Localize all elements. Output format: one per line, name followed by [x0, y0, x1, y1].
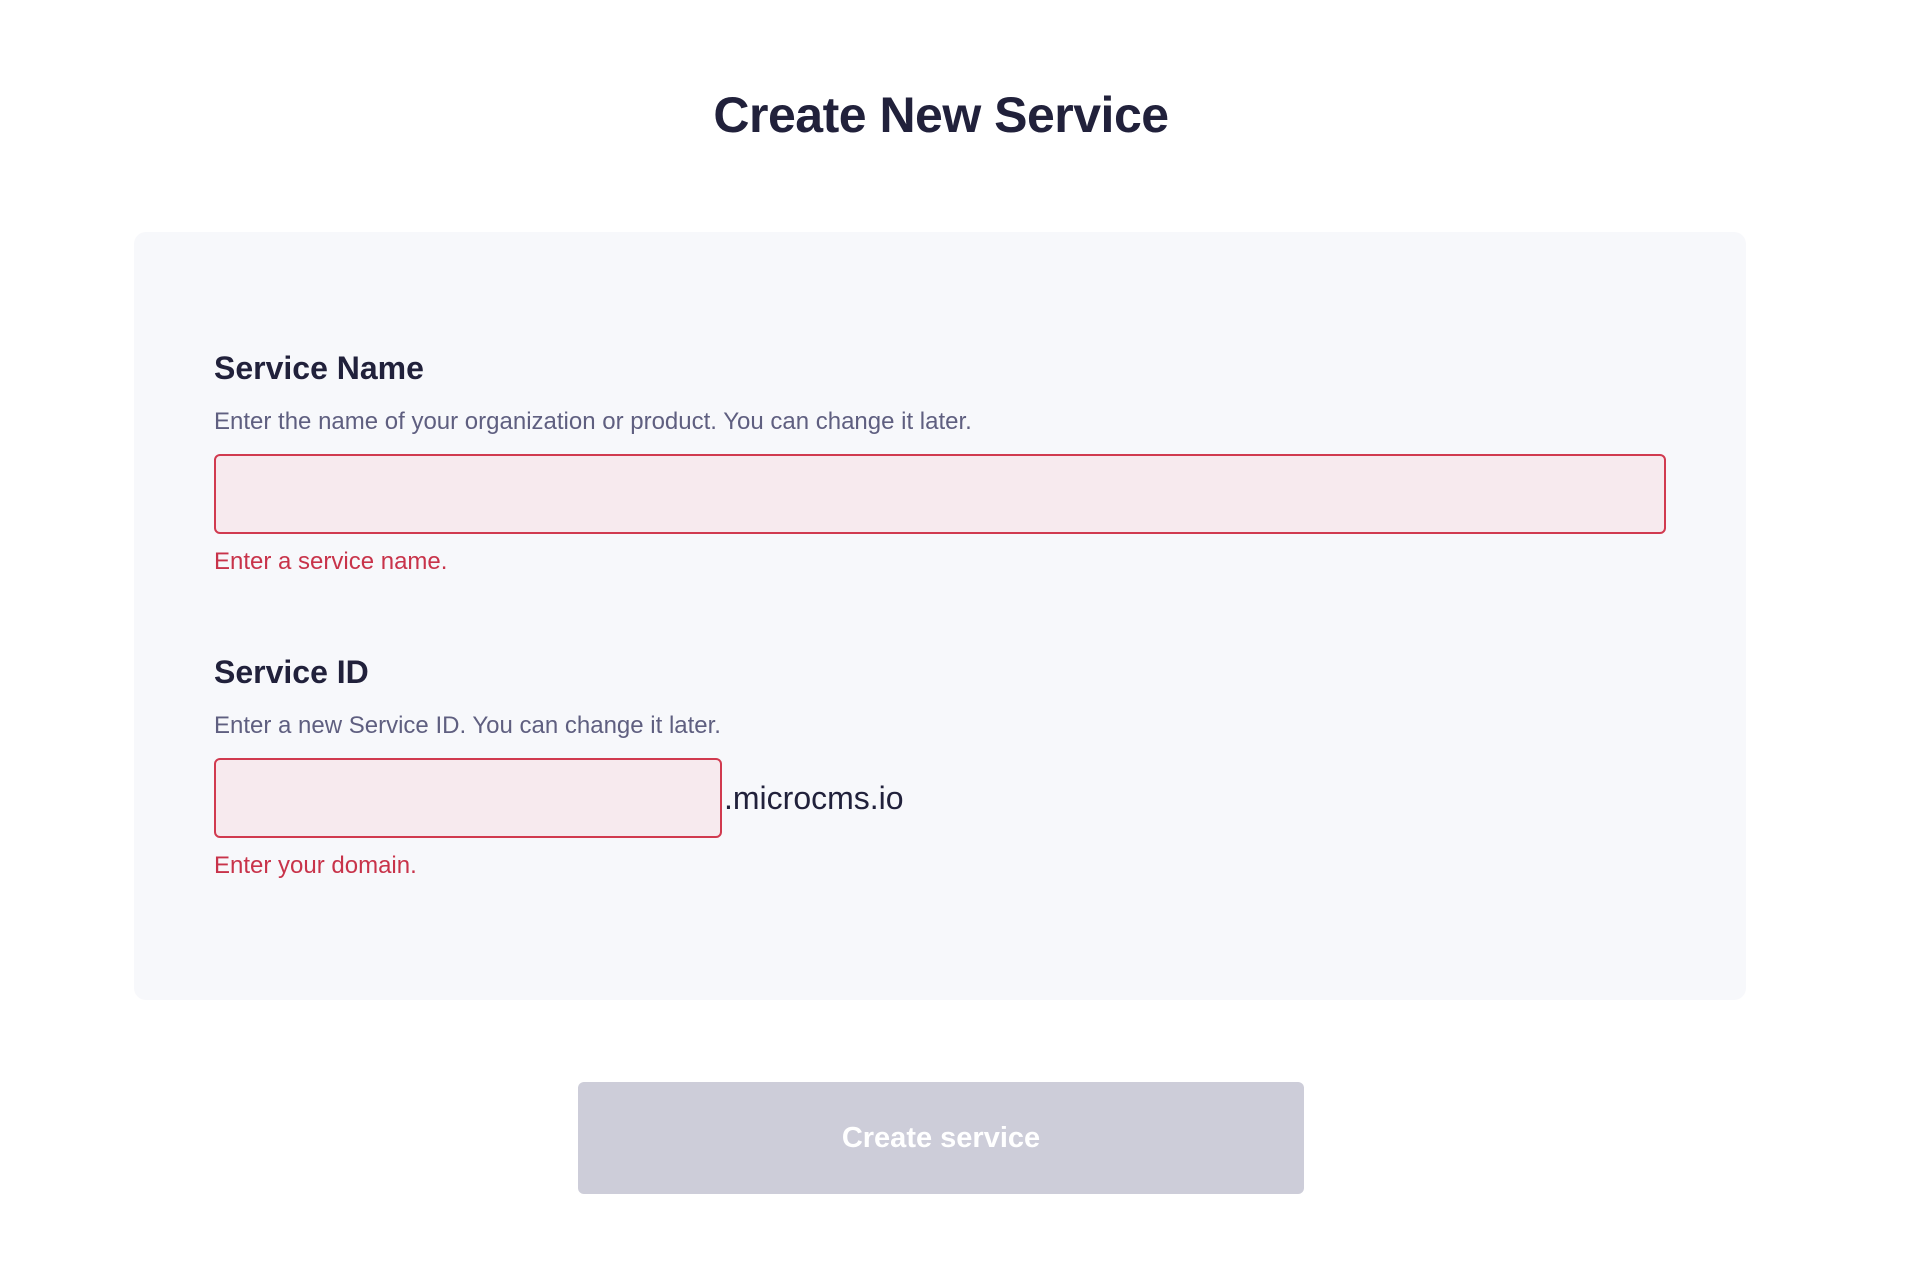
service-id-input[interactable]: [214, 758, 722, 838]
page-title: Create New Service: [713, 87, 1169, 143]
create-service-button[interactable]: Create service: [578, 1082, 1304, 1194]
service-name-input[interactable]: [214, 454, 1666, 534]
service-name-label: Service Name: [214, 350, 424, 386]
create-service-page: Create New Service Service Name Enter th…: [0, 0, 1920, 1280]
service-id-field-group: Service ID Enter a new Service ID. You c…: [214, 656, 1666, 878]
service-id-row: .microcms.io: [214, 758, 1666, 838]
service-name-error: Enter a service name.: [214, 548, 448, 575]
service-id-error: Enter your domain.: [214, 852, 417, 879]
service-form-card: Service Name Enter the name of your orga…: [134, 232, 1746, 1000]
service-name-help-text: Enter the name of your organization or p…: [214, 408, 972, 435]
domain-suffix: .microcms.io: [724, 780, 904, 816]
service-id-help-text: Enter a new Service ID. You can change i…: [214, 712, 721, 739]
service-id-label: Service ID: [214, 654, 369, 690]
service-name-field-group: Service Name Enter the name of your orga…: [214, 352, 1666, 574]
